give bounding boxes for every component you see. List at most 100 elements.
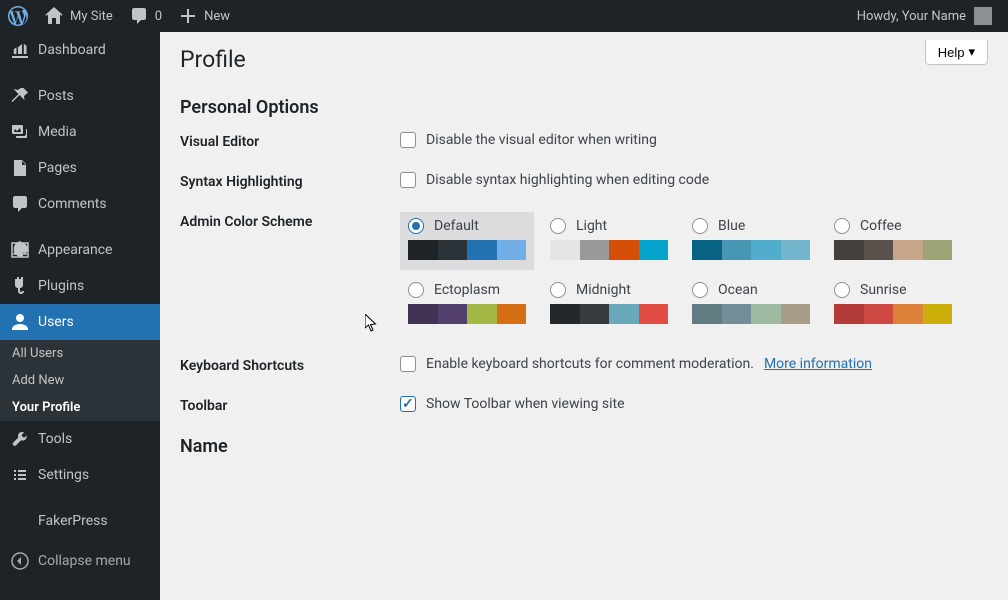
collapse-icon: [10, 551, 30, 571]
color-scheme-name: Default: [434, 218, 479, 234]
site-name-text: My Site: [70, 9, 113, 24]
wp-logo[interactable]: [0, 0, 36, 32]
visual-editor-desc: Disable the visual editor when writing: [426, 132, 657, 148]
plugins-icon: [10, 276, 30, 296]
color-swatch: [550, 304, 580, 324]
color-swatch: [580, 240, 610, 260]
section-name: Name: [180, 436, 988, 457]
color-scheme-radio[interactable]: [692, 282, 708, 298]
sidebar-label: FakerPress: [38, 513, 108, 529]
color-scheme-radio[interactable]: [834, 218, 850, 234]
toolbar-label: Toolbar: [180, 396, 400, 414]
color-swatch: [923, 304, 953, 324]
color-swatch: [609, 304, 639, 324]
color-schemes: Default Light Blue Coffee Ectoplasm Midnight O…: [400, 212, 988, 334]
howdy-text: Howdy, Your Name: [857, 9, 966, 24]
comment-icon: [129, 6, 149, 26]
color-scheme-midnight[interactable]: Midnight: [542, 276, 676, 334]
color-swatch: [692, 304, 722, 324]
sidebar-label: Dashboard: [38, 42, 106, 58]
users-submenu: All Users Add New Your Profile: [0, 340, 160, 421]
sidebar-label: Pages: [38, 160, 77, 176]
color-swatch: [609, 240, 639, 260]
sidebar-label: Comments: [38, 196, 107, 212]
color-scheme-name: Ectoplasm: [434, 282, 500, 298]
color-scheme-sunrise[interactable]: Sunrise: [826, 276, 960, 334]
color-scheme-radio[interactable]: [408, 282, 424, 298]
color-swatch: [893, 240, 923, 260]
admin-bar: My Site 0 New Howdy, Your Name: [0, 0, 1008, 32]
sidebar-item-settings[interactable]: Settings: [0, 457, 160, 493]
color-swatch: [408, 240, 438, 260]
color-scheme-radio[interactable]: [550, 282, 566, 298]
color-scheme-coffee[interactable]: Coffee: [826, 212, 960, 270]
settings-icon: [10, 465, 30, 485]
color-scheme-light[interactable]: Light: [542, 212, 676, 270]
color-swatches: [692, 304, 810, 324]
comments-link[interactable]: 0: [121, 0, 170, 32]
color-swatch: [497, 240, 527, 260]
color-swatch: [467, 240, 497, 260]
syntax-checkbox[interactable]: [400, 172, 416, 188]
color-scheme-name: Coffee: [860, 218, 902, 234]
help-label: Help: [938, 45, 965, 60]
color-swatch: [781, 304, 811, 324]
shortcuts-more-info-link[interactable]: More information: [764, 356, 872, 372]
color-scheme-default[interactable]: Default: [400, 212, 534, 270]
sidebar-item-appearance[interactable]: Appearance: [0, 232, 160, 268]
admin-bar-right[interactable]: Howdy, Your Name: [857, 7, 1000, 25]
section-personal-options: Personal Options: [180, 97, 988, 118]
sidebar-item-media[interactable]: Media: [0, 114, 160, 150]
sidebar-item-plugins[interactable]: Plugins: [0, 268, 160, 304]
color-scheme-ectoplasm[interactable]: Ectoplasm: [400, 276, 534, 334]
sidebar-item-dashboard[interactable]: Dashboard: [0, 32, 160, 68]
sidebar-item-fakerpress[interactable]: FakerPress: [0, 503, 160, 539]
collapse-menu[interactable]: Collapse menu: [0, 543, 160, 579]
collapse-label: Collapse menu: [38, 553, 131, 569]
help-button[interactable]: Help ▾: [925, 40, 988, 65]
new-content-link[interactable]: New: [170, 0, 238, 32]
shortcuts-label: Keyboard Shortcuts: [180, 356, 400, 374]
sidebar-label: Tools: [38, 431, 72, 447]
color-scheme-ocean[interactable]: Ocean: [684, 276, 818, 334]
color-swatch: [438, 304, 468, 324]
users-icon: [10, 312, 30, 332]
toolbar-checkbox[interactable]: [400, 396, 416, 412]
admin-bar-left: My Site 0 New: [0, 0, 238, 32]
sidebar-label: Posts: [38, 88, 74, 104]
color-swatches: [550, 240, 668, 260]
sidebar-item-posts[interactable]: Posts: [0, 78, 160, 114]
site-name-link[interactable]: My Site: [36, 0, 121, 32]
color-swatch: [722, 240, 752, 260]
shortcuts-checkbox[interactable]: [400, 356, 416, 372]
sidebar-item-users[interactable]: Users: [0, 304, 160, 340]
sidebar-item-comments[interactable]: Comments: [0, 186, 160, 222]
sidebar-label: Settings: [38, 467, 89, 483]
color-swatch: [580, 304, 610, 324]
color-scheme-radio[interactable]: [834, 282, 850, 298]
color-swatches: [834, 240, 952, 260]
chevron-down-icon: ▾: [968, 44, 975, 60]
color-scheme-radio[interactable]: [692, 218, 708, 234]
submenu-all-users[interactable]: All Users: [0, 340, 160, 367]
shortcuts-desc: Enable keyboard shortcuts for comment mo…: [426, 356, 754, 372]
color-scheme-name: Light: [576, 218, 607, 234]
color-scheme-radio[interactable]: [550, 218, 566, 234]
row-color-scheme: Admin Color Scheme Default Light Blue Coffe…: [180, 212, 988, 334]
sidebar-item-tools[interactable]: Tools: [0, 421, 160, 457]
sidebar-label: Plugins: [38, 278, 84, 294]
color-scheme-name: Ocean: [718, 282, 758, 298]
submenu-add-new[interactable]: Add New: [0, 367, 160, 394]
comments-count: 0: [155, 9, 162, 24]
color-swatch: [834, 304, 864, 324]
color-scheme-label: Admin Color Scheme: [180, 212, 400, 230]
wordpress-icon: [8, 6, 28, 26]
color-swatch: [923, 240, 953, 260]
syntax-label: Syntax Highlighting: [180, 172, 400, 190]
admin-sidebar: Dashboard Posts Media Pages Comments App…: [0, 32, 160, 600]
sidebar-item-pages[interactable]: Pages: [0, 150, 160, 186]
visual-editor-checkbox[interactable]: [400, 132, 416, 148]
color-scheme-blue[interactable]: Blue: [684, 212, 818, 270]
submenu-your-profile[interactable]: Your Profile: [0, 394, 160, 421]
color-scheme-radio[interactable]: [408, 218, 424, 234]
